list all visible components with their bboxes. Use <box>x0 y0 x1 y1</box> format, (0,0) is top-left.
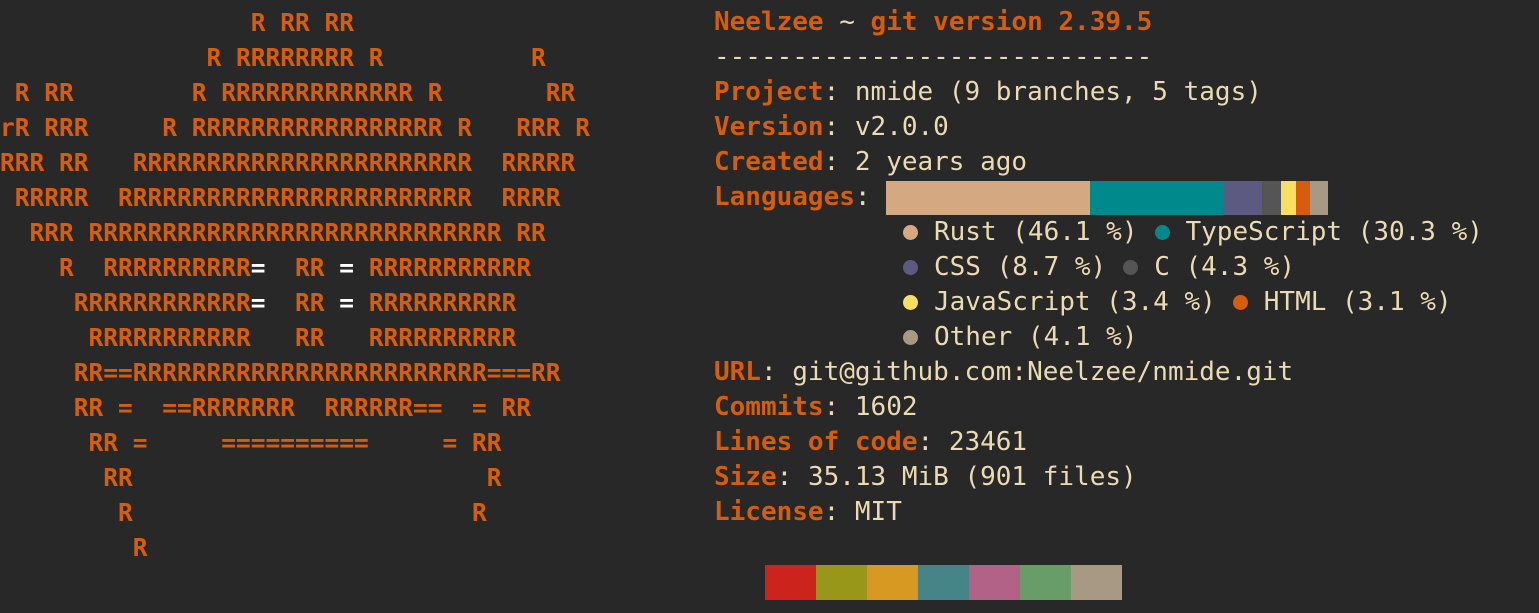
language-bar-segment <box>886 180 1090 215</box>
legend-line-3: JavaScript (3.4 %) HTML (3.1 %) <box>900 285 1483 320</box>
legend-line-1: Rust (46.1 %) TypeScript (30.3 %) <box>900 215 1483 250</box>
other-dot-icon <box>903 330 918 345</box>
palette-swatch <box>1071 565 1122 600</box>
legend-item-typescript: TypeScript (30.3 %) <box>1152 215 1483 250</box>
javascript-dot-icon <box>903 295 918 310</box>
project-key: Project <box>714 77 824 107</box>
languages-row: Languages: <box>714 180 1483 215</box>
legend-line-2: CSS (8.7 %) C (4.3 %) <box>900 250 1483 285</box>
created-key: Created <box>714 147 824 177</box>
url-row: URL: git@github.com:Neelzee/nmide.git <box>714 357 1294 387</box>
palette-swatch <box>765 565 816 600</box>
ascii-line: RR==RRRRRRRRRRRRRRRRRRRRRRRR===RR <box>0 358 561 387</box>
ascii-line: RRRRRRRRRRRR= RR = RRRRRRRRRR <box>0 288 517 317</box>
ascii-line: R R <box>0 498 487 527</box>
commits-key: Commits <box>714 392 824 422</box>
palette-swatch <box>816 565 867 600</box>
palette-swatch <box>969 565 1020 600</box>
ascii-logo: R RR RR R RRRRRRRR R R R RR R RRRRRRRRRR… <box>0 5 590 565</box>
project-value: nmide (9 branches, 5 tags) <box>854 77 1262 107</box>
created-value: 2 years ago <box>854 147 1028 177</box>
ascii-line: R <box>0 533 148 562</box>
color-palette <box>765 565 1122 600</box>
legend-line-4: Other (4.1 %) <box>900 320 1483 355</box>
commits-value: 1602 <box>854 392 918 422</box>
ascii-line: RR R <box>0 463 502 492</box>
git-version: git version 2.39.5 <box>870 7 1153 37</box>
typescript-dot-icon <box>1154 225 1170 240</box>
url-value: git@github.com:Neelzee/nmide.git <box>792 357 1294 387</box>
loc-value: 23461 <box>948 427 1028 457</box>
title-separator: ~ <box>823 7 871 37</box>
language-bar-segment <box>1223 180 1263 215</box>
title-line: Neelzee ~ git version 2.39.5 <box>714 5 1483 40</box>
css-dot-icon <box>903 260 918 275</box>
version-value: v2.0.0 <box>854 112 949 142</box>
ascii-line: RRRRRRRRRRR RR RRRRRRRRRR <box>0 323 517 352</box>
commits-row: Commits: 1602 <box>714 392 918 422</box>
ascii-eye: = <box>339 288 355 317</box>
size-value: 35.13 MiB (901 files) <box>807 462 1137 492</box>
loc-row: Lines of code: 23461 <box>714 427 1028 457</box>
ascii-line: R RR RR <box>0 8 355 37</box>
created-row: Created: 2 years ago <box>714 147 1028 177</box>
license-key: License <box>714 497 824 527</box>
ascii-eye: = <box>250 253 266 282</box>
ascii-eye: = <box>339 253 355 282</box>
html-dot-icon <box>1232 295 1248 310</box>
legend-item-c: C (4.3 %) <box>1120 250 1295 285</box>
language-bar-segment <box>1310 180 1329 215</box>
version-row: Version: v2.0.0 <box>714 112 949 142</box>
languages-legend: Rust (46.1 %) TypeScript (30.3 %) CSS (8… <box>714 215 1483 355</box>
license-row: License: MIT <box>714 497 902 527</box>
rust-dot-icon <box>903 225 918 240</box>
size-row: Size: 35.13 MiB (901 files) <box>714 462 1137 492</box>
ascii-line: rR RRR R RRRRRRRRRRRRRRRRR R RRR R <box>0 113 591 142</box>
language-bar-segment <box>1262 180 1282 215</box>
title-underline: ---------------------------- <box>714 42 1153 72</box>
ascii-line: RR = ==RRRRRRR RRRRRR== = RR <box>0 393 532 422</box>
ascii-line: RRR RR RRRRRRRRRRRRRRRRRRRRRRR RRRRR <box>0 148 576 177</box>
languages-bar <box>886 180 1329 215</box>
palette-swatch <box>918 565 969 600</box>
url-key: URL <box>714 357 761 387</box>
language-bar-segment <box>1281 180 1297 215</box>
legend-item-css: CSS (8.7 %) <box>900 250 1106 285</box>
version-key: Version <box>714 112 824 142</box>
ascii-line: RRRRR RRRRRRRRRRRRRRRRRRRRRRRR RRRR <box>0 183 561 212</box>
ascii-eye: = <box>250 288 266 317</box>
language-bar-segment <box>1296 180 1311 215</box>
ascii-line: R RR R RRRRRRRRRRRRR R RR <box>0 78 576 107</box>
languages-key: Languages <box>714 182 855 212</box>
ascii-line: RR = ========== = RR <box>0 428 502 457</box>
c-dot-icon <box>1123 260 1139 275</box>
size-key: Size <box>714 462 777 492</box>
license-value: MIT <box>854 497 902 527</box>
project-row: Project: nmide (9 branches, 5 tags) <box>714 77 1262 107</box>
ascii-line: R RRRRRRRRRR= RR = RRRRRRRRRRR <box>0 253 532 282</box>
info-panel: Neelzee ~ git version 2.39.5 -----------… <box>714 5 1483 530</box>
language-bar-segment <box>1089 180 1224 215</box>
ascii-line: R RRRRRRRR R R <box>0 43 546 72</box>
ascii-line: RRR RRRRRRRRRRRRRRRRRRRRRRRRRRRR RR <box>0 218 546 247</box>
legend-item-other: Other (4.1 %) <box>900 320 1138 355</box>
legend-item-html: HTML (3.1 %) <box>1230 285 1452 320</box>
git-user: Neelzee <box>714 7 824 37</box>
palette-swatch <box>1020 565 1071 600</box>
loc-key: Lines of code <box>714 427 918 457</box>
palette-swatch <box>867 565 918 600</box>
legend-item-rust: Rust (46.1 %) <box>900 215 1138 250</box>
legend-item-javascript: JavaScript (3.4 %) <box>900 285 1216 320</box>
